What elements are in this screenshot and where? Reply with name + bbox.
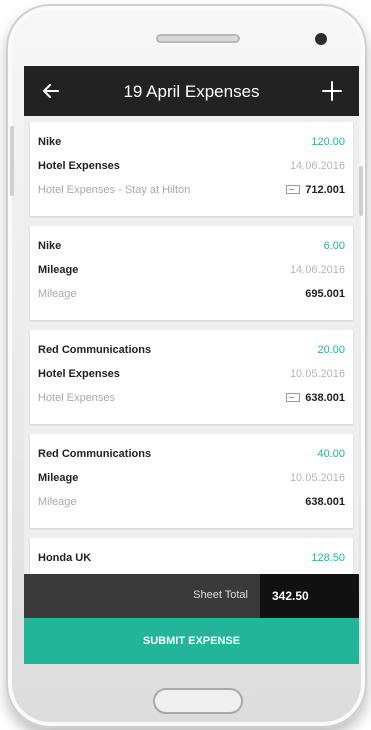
attachment-icon [286,393,301,402]
expense-amount: 40.00 [317,448,345,460]
expense-card[interactable]: Red Communications 20.00 Hotel Expenses … [30,330,353,424]
add-expense-button[interactable] [319,78,345,104]
expense-category: Mileage [38,472,79,484]
expense-amount: 6.00 [323,240,345,252]
app-screen: 19 April Expenses Nike 120.00 Hotel Expe… [24,66,359,664]
expense-category: Hotel Expenses [38,368,120,380]
sheet-total-box: 342.50 [260,574,359,618]
expense-reference: 638.001 [305,392,345,404]
front-camera [315,33,327,45]
expense-amount: 20.00 [317,344,345,356]
expense-description: Mileage [38,496,77,508]
expense-reference: 638.001 [305,496,345,508]
company-name: Honda UK [38,552,92,564]
sheet-total-value: 342.50 [272,589,309,603]
app-bar: 19 April Expenses [24,66,359,116]
expense-description: Hotel Expenses [38,392,116,404]
expense-date: 10.05.2016 [289,472,345,484]
expense-description: Mileage [38,288,77,300]
back-button[interactable] [38,78,64,104]
sheet-total-label: Sheet Total [193,589,248,601]
power-button [359,166,363,216]
company-name: Nike [38,136,62,148]
expense-card[interactable]: Nike 6.00 Mileage 14.06.2016 Mileage 695… [30,226,353,320]
expense-list: Nike 120.00 Hotel Expenses 14.06.2016 Ho… [24,116,359,574]
expense-date: 14.06.2016 [289,264,345,276]
attachment-icon [286,185,301,194]
expense-reference: 712.001 [305,184,345,196]
expense-reference: 695.001 [305,288,345,300]
company-name: Nike [38,240,62,252]
page-title: 19 April Expenses [123,82,260,101]
expense-card[interactable]: Nike 120.00 Hotel Expenses 14.06.2016 Ho… [30,122,353,216]
expense-amount: 120.00 [311,136,345,148]
expense-description: Hotel Expenses - Stay at Hilton [38,184,191,196]
expense-category: Hotel Expenses [38,160,120,172]
expense-amount: 128.50 [311,552,345,564]
expense-date: 14.06.2016 [289,160,345,172]
expense-category: Mileage [38,264,79,276]
expense-date: 10.05.2016 [289,368,345,380]
submit-expense-button[interactable]: SUBMIT EXPENSE [24,618,359,664]
expense-card[interactable]: Honda UK 128.50 [30,538,353,574]
company-name: Red Communications [38,344,152,356]
home-button[interactable] [153,688,243,714]
expense-card[interactable]: Red Communications 40.00 Mileage 10.05.2… [30,434,353,528]
company-name: Red Communications [38,448,152,460]
arrow-left-icon [43,84,59,98]
speaker-grille [156,34,240,43]
plus-icon [322,81,342,101]
volume-button [10,126,14,196]
sheet-total-bar: Sheet Total 342.50 [24,574,359,618]
